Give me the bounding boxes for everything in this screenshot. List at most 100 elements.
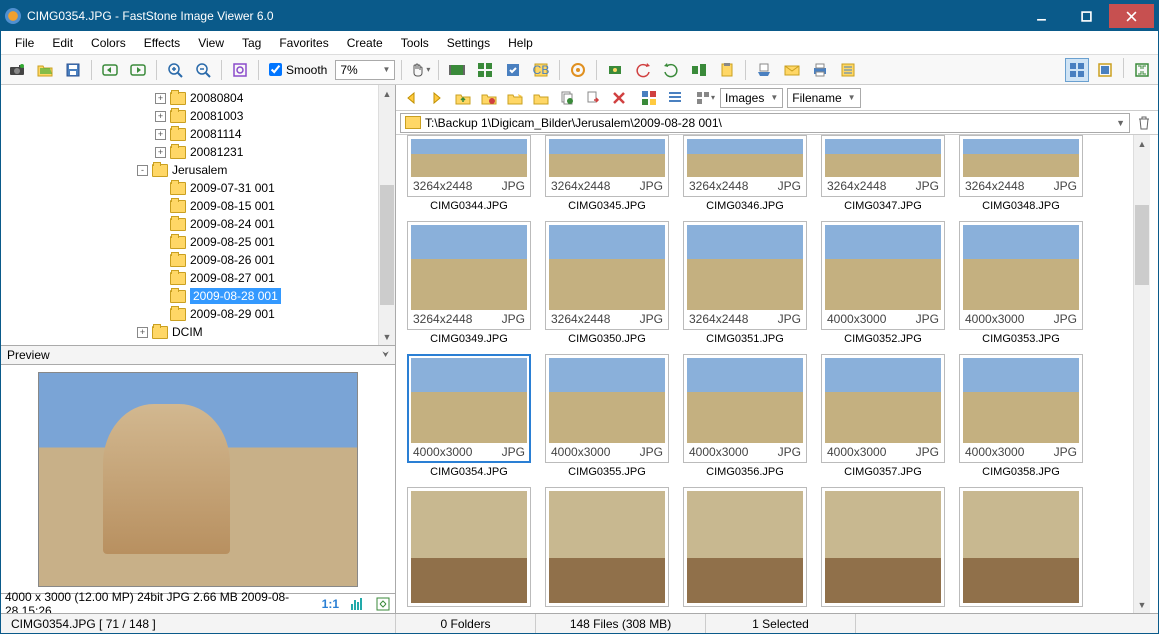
thumbnail-item[interactable]: 3264x2448JPGCIMG0346.JPG [680, 135, 810, 215]
thumbnail-item[interactable]: 3264x2448JPGCIMG0344.JPG [404, 135, 534, 215]
up-folder-icon[interactable] [452, 87, 474, 109]
fullscreen-icon[interactable] [1130, 58, 1154, 82]
filter-combo[interactable]: Images▼ [720, 88, 783, 108]
hand-icon[interactable]: ▾ [408, 58, 432, 82]
thumbnail-item[interactable]: 4000x3000JPGCIMG0354.JPG [404, 354, 534, 481]
tree-item[interactable]: +20080804 [1, 89, 378, 107]
expand-icon[interactable]: + [155, 147, 166, 158]
rotate-right-icon[interactable] [659, 58, 683, 82]
menu-view[interactable]: View [190, 34, 232, 52]
recycle-icon[interactable] [1134, 113, 1154, 133]
scan-icon[interactable] [752, 58, 776, 82]
thumbnail-item[interactable]: 4000x3000JPGCIMG0355.JPG [542, 354, 672, 481]
view-single-icon[interactable] [1093, 58, 1117, 82]
close-button[interactable] [1109, 4, 1154, 28]
scroll-thumb[interactable] [380, 185, 394, 305]
maximize-button[interactable] [1064, 4, 1109, 28]
thumbnail-grid[interactable]: 3264x2448JPGCIMG0344.JPG3264x2448JPGCIMG… [404, 135, 1129, 613]
next-icon[interactable] [126, 58, 150, 82]
view-thumbnail-icon[interactable] [1065, 58, 1089, 82]
print-icon[interactable] [808, 58, 832, 82]
thumbnail-item[interactable]: 4000x3000JPGCIMG0357.JPG [818, 354, 948, 481]
tree-item[interactable]: 2009-08-15 001 [1, 197, 378, 215]
thumbnail-item[interactable]: 4000x3000JPGCIMG0356.JPG [680, 354, 810, 481]
back-icon[interactable] [400, 87, 422, 109]
prev-icon[interactable] [98, 58, 122, 82]
thumbnail-item[interactable] [818, 487, 948, 607]
scroll-thumb[interactable] [1135, 205, 1149, 285]
smooth-checkbox[interactable]: Smooth [265, 63, 331, 77]
thumbnail-item[interactable]: 4000x3000JPGCIMG0353.JPG [956, 221, 1086, 348]
expand-icon[interactable] [375, 596, 391, 612]
menu-colors[interactable]: Colors [83, 34, 134, 52]
thumbnail-item[interactable] [404, 487, 534, 607]
zoom-combo[interactable]: 7%▼ [335, 60, 395, 80]
onetoone-button[interactable]: 1:1 [322, 597, 339, 611]
chevron-down-icon[interactable]: ▼ [1116, 118, 1125, 128]
thumbnail-item[interactable]: 3264x2448JPGCIMG0345.JPG [542, 135, 672, 215]
thumb-size-icon[interactable]: ▾ [694, 87, 716, 109]
chevron-icon[interactable]: ⮟ [382, 350, 389, 360]
thumbs-scrollbar[interactable]: ▲ ▼ [1133, 135, 1150, 613]
new-folder-icon[interactable] [504, 87, 526, 109]
tree-item[interactable]: 2009-07-31 001 [1, 179, 378, 197]
settings-icon[interactable] [836, 58, 860, 82]
thumbnail-item[interactable]: 3264x2448JPGCIMG0350.JPG [542, 221, 672, 348]
tree-item[interactable]: +20081114 [1, 125, 378, 143]
expand-icon[interactable]: + [155, 93, 166, 104]
collapse-icon[interactable]: - [137, 165, 148, 176]
tree-item[interactable]: +DCIM [1, 323, 378, 341]
thumbnail-item[interactable] [542, 487, 672, 607]
expand-icon[interactable]: + [155, 129, 166, 140]
tree-item[interactable]: +20081231 [1, 143, 378, 161]
tree-item[interactable]: +20081003 [1, 107, 378, 125]
menu-file[interactable]: File [7, 34, 42, 52]
scroll-down-icon[interactable]: ▼ [1134, 596, 1150, 613]
forward-icon[interactable] [426, 87, 448, 109]
tree-item[interactable]: -Jerusalem [1, 161, 378, 179]
tree-item[interactable]: 2009-08-24 001 [1, 215, 378, 233]
thumbnail-item[interactable]: 3264x2448JPGCIMG0351.JPG [680, 221, 810, 348]
menu-settings[interactable]: Settings [439, 34, 498, 52]
menu-tag[interactable]: Tag [234, 34, 269, 52]
tree-item[interactable]: 2009-08-25 001 [1, 233, 378, 251]
select-all-icon[interactable] [638, 87, 660, 109]
save-icon[interactable] [61, 58, 85, 82]
thumbnail-item[interactable]: 3264x2448JPGCIMG0348.JPG [956, 135, 1086, 215]
preview-pane[interactable] [1, 365, 395, 593]
thumbnail-item[interactable] [680, 487, 810, 607]
compare-icon[interactable] [473, 58, 497, 82]
color-icon[interactable] [566, 58, 590, 82]
expand-icon[interactable]: + [137, 327, 148, 338]
copy-file-icon[interactable] [556, 87, 578, 109]
scroll-down-icon[interactable]: ▼ [379, 328, 395, 345]
tree-item[interactable]: 2009-08-29 001 [1, 305, 378, 323]
list-view-icon[interactable] [664, 87, 686, 109]
acquire-icon[interactable] [5, 58, 29, 82]
tree-item[interactable]: 2009-08-26 001 [1, 251, 378, 269]
thumbnail-item[interactable]: 3264x2448JPGCIMG0349.JPG [404, 221, 534, 348]
wallpaper-icon[interactable] [603, 58, 627, 82]
menu-effects[interactable]: Effects [136, 34, 188, 52]
menu-edit[interactable]: Edit [44, 34, 81, 52]
zoom-out-icon[interactable] [191, 58, 215, 82]
thumbnail-item[interactable]: 3264x2448JPGCIMG0347.JPG [818, 135, 948, 215]
path-input[interactable]: T:\Backup 1\Digicam_Bilder\Jerusalem\200… [400, 113, 1130, 133]
move-file-icon[interactable] [582, 87, 604, 109]
email-icon[interactable] [780, 58, 804, 82]
scroll-up-icon[interactable]: ▲ [1134, 135, 1150, 152]
folder-tree[interactable]: +20080804+20081003+20081114+20081231-Jer… [1, 85, 378, 345]
fav-folder-icon[interactable] [478, 87, 500, 109]
thumbnail-item[interactable]: 4000x3000JPGCIMG0358.JPG [956, 354, 1086, 481]
thumbnail-item[interactable] [956, 487, 1086, 607]
minimize-button[interactable] [1019, 4, 1064, 28]
menu-favorites[interactable]: Favorites [271, 34, 336, 52]
menu-tools[interactable]: Tools [393, 34, 437, 52]
scroll-up-icon[interactable]: ▲ [379, 85, 395, 102]
sort-combo[interactable]: Filename▼ [787, 88, 860, 108]
open-icon[interactable] [33, 58, 57, 82]
zoom-in-icon[interactable] [163, 58, 187, 82]
clipboard-icon[interactable] [715, 58, 739, 82]
tree-scrollbar[interactable]: ▲ ▼ [378, 85, 395, 345]
delete-icon[interactable] [608, 87, 630, 109]
